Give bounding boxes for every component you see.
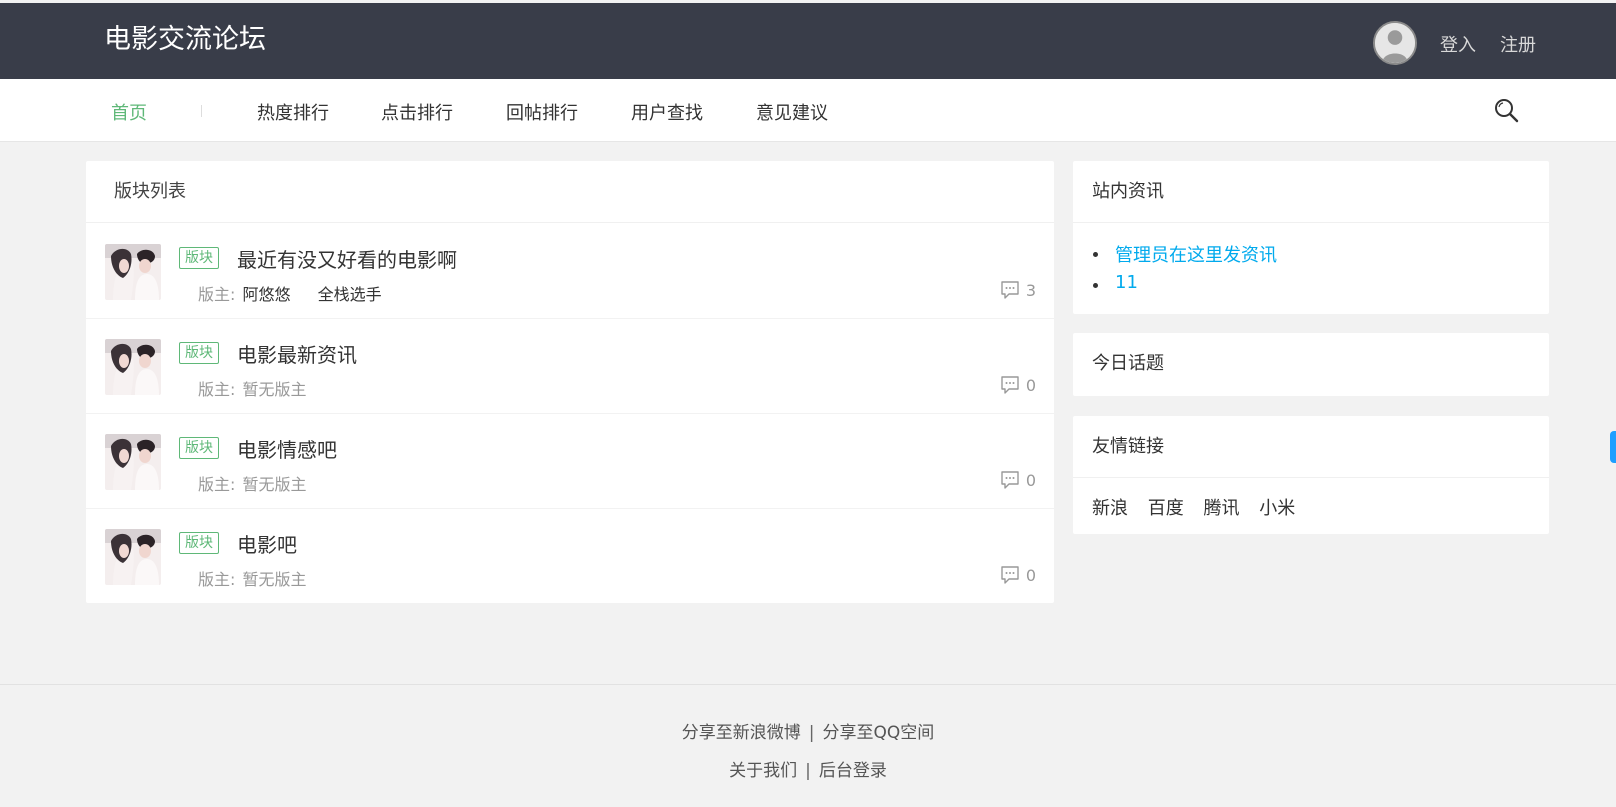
board-tag: 版块 xyxy=(179,532,219,554)
login-link[interactable]: 登入 xyxy=(1440,31,1476,57)
board-item[interactable]: 版块 电影最新资讯 版主: 暂无版主 0 xyxy=(86,319,1054,414)
board-list-title: 版块列表 xyxy=(86,161,1054,223)
board-tag: 版块 xyxy=(179,342,219,364)
comment-icon xyxy=(1001,281,1019,299)
side-scroll-tab[interactable] xyxy=(1610,431,1616,463)
footer-info-row: 关于我们 | 后台登录 xyxy=(0,756,1616,781)
moderator-label: 版主: xyxy=(198,475,236,494)
board-moderators: 版主: 暂无版主 xyxy=(198,376,307,400)
board-title[interactable]: 最近有没又好看的电影啊 xyxy=(237,244,457,273)
nav-user-search[interactable]: 用户查找 xyxy=(631,99,703,125)
board-title[interactable]: 电影吧 xyxy=(237,529,297,558)
nav-separator xyxy=(201,105,202,117)
moderator-none: 暂无版主 xyxy=(242,570,307,589)
board-thumbnail[interactable] xyxy=(105,244,161,300)
site-title[interactable]: 电影交流论坛 xyxy=(104,17,266,56)
admin-login-link[interactable]: 后台登录 xyxy=(819,761,887,781)
main-nav: 首页 热度排行 点击排行 回帖排行 用户查找 意见建议 xyxy=(0,79,1616,142)
today-topic-title: 今日话题 xyxy=(1092,353,1164,374)
board-tag: 版块 xyxy=(179,247,219,269)
user-avatar-icon[interactable] xyxy=(1373,21,1417,65)
reply-count-value: 0 xyxy=(1025,471,1036,490)
page-footer: 分享至新浪微博 | 分享至QQ空间 关于我们 | 后台登录 xyxy=(0,684,1616,807)
board-list-panel: 版块列表 版块 最近有没又好看的电影啊 版主: 阿悠悠 全栈选手 3 版块 电影… xyxy=(86,161,1054,603)
site-news-title: 站内资讯 xyxy=(1073,161,1549,223)
site-news-panel: 站内资讯 管理员在这里发资讯 11 xyxy=(1073,161,1549,314)
nav-hot-ranking[interactable]: 热度排行 xyxy=(257,99,329,125)
news-item[interactable]: 管理员在这里发资讯 xyxy=(1091,241,1549,272)
board-title[interactable]: 电影情感吧 xyxy=(237,434,337,463)
comment-icon xyxy=(1001,471,1019,489)
board-moderators: 版主: 暂无版主 xyxy=(198,566,307,590)
friendly-link[interactable]: 小米 xyxy=(1259,498,1295,519)
footer-share-row: 分享至新浪微博 | 分享至QQ空间 xyxy=(0,718,1616,743)
footer-separator: | xyxy=(805,761,811,781)
board-moderators: 版主: 暂无版主 xyxy=(198,471,307,495)
moderator-none: 暂无版主 xyxy=(242,380,307,399)
board-thumbnail[interactable] xyxy=(105,434,161,490)
news-item[interactable]: 11 xyxy=(1091,272,1549,303)
friendly-links-list: 新浪 百度 腾讯 小米 xyxy=(1073,478,1549,520)
board-item[interactable]: 版块 电影吧 版主: 暂无版主 0 xyxy=(86,509,1054,604)
reply-count: 0 xyxy=(1000,566,1036,585)
reply-count: 3 xyxy=(1000,281,1036,300)
nav-reply-ranking[interactable]: 回帖排行 xyxy=(506,99,578,125)
nav-click-ranking[interactable]: 点击排行 xyxy=(381,99,453,125)
board-thumbnail[interactable] xyxy=(105,529,161,585)
moderator-name[interactable]: 全栈选手 xyxy=(318,285,382,304)
friendly-links-title: 友情链接 xyxy=(1073,416,1549,478)
today-topic-panel: 今日话题 xyxy=(1073,333,1549,396)
board-tag: 版块 xyxy=(179,437,219,459)
moderator-label: 版主: xyxy=(198,380,236,399)
news-list: 管理员在这里发资讯 11 xyxy=(1073,223,1549,303)
nav-home[interactable]: 首页 xyxy=(111,99,147,125)
share-weibo-link[interactable]: 分享至新浪微博 xyxy=(682,723,801,743)
comment-icon xyxy=(1001,566,1019,584)
reply-count-value: 0 xyxy=(1025,376,1036,395)
footer-separator: | xyxy=(808,723,815,743)
board-moderators: 版主: 阿悠悠 全栈选手 xyxy=(198,281,402,305)
board-item[interactable]: 版块 电影情感吧 版主: 暂无版主 0 xyxy=(86,414,1054,509)
friendly-link[interactable]: 腾讯 xyxy=(1203,498,1239,519)
comment-icon xyxy=(1001,376,1019,394)
moderator-label: 版主: xyxy=(198,570,236,589)
board-thumbnail[interactable] xyxy=(105,339,161,395)
board-item[interactable]: 版块 最近有没又好看的电影啊 版主: 阿悠悠 全栈选手 3 xyxy=(86,224,1054,319)
top-header: 电影交流论坛 登入 注册 xyxy=(0,3,1616,79)
reply-count-value: 0 xyxy=(1025,566,1036,585)
friendly-link[interactable]: 新浪 xyxy=(1092,498,1128,519)
reply-count: 0 xyxy=(1000,376,1036,395)
nav-feedback[interactable]: 意见建议 xyxy=(756,99,828,125)
moderator-label: 版主: xyxy=(198,285,236,304)
reply-count-value: 3 xyxy=(1025,281,1036,300)
about-us-link[interactable]: 关于我们 xyxy=(729,761,797,781)
register-link[interactable]: 注册 xyxy=(1500,31,1536,57)
search-icon[interactable] xyxy=(1493,97,1519,123)
moderator-none: 暂无版主 xyxy=(242,475,307,494)
reply-count: 0 xyxy=(1000,471,1036,490)
share-qq-link[interactable]: 分享至QQ空间 xyxy=(822,723,934,743)
board-title[interactable]: 电影最新资讯 xyxy=(237,339,357,368)
friendly-link[interactable]: 百度 xyxy=(1148,498,1184,519)
friendly-links-panel: 友情链接 新浪 百度 腾讯 小米 xyxy=(1073,416,1549,534)
moderator-name[interactable]: 阿悠悠 xyxy=(243,285,291,304)
